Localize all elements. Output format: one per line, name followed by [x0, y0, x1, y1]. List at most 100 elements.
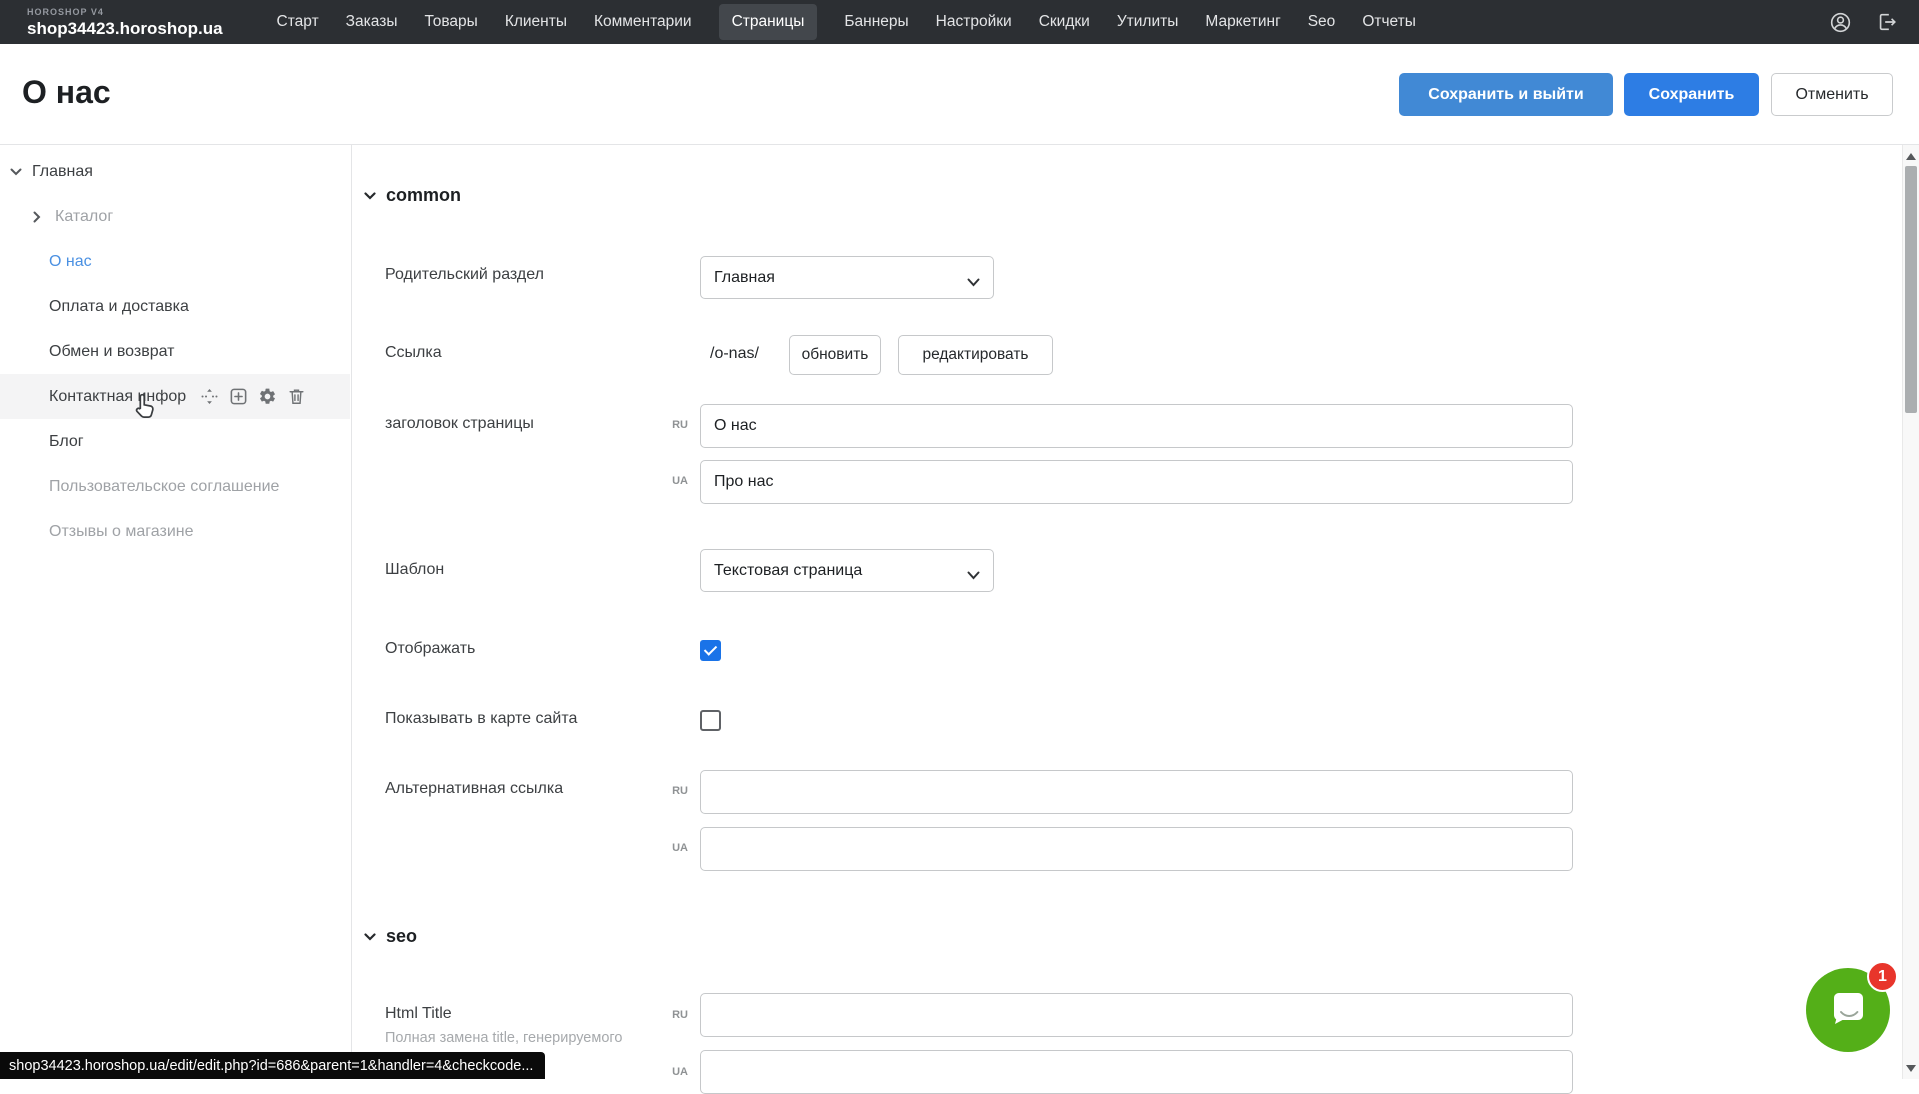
lang-badge-ru: RU: [662, 1009, 688, 1021]
chat-bubble-icon: [1826, 986, 1870, 1035]
sidebar-item[interactable]: Отзывы о магазине: [0, 509, 350, 554]
nav-tab[interactable]: Отчеты: [1362, 13, 1416, 31]
logout-icon[interactable]: [1876, 11, 1898, 33]
sidebar-item[interactable]: Обмен и возврат: [0, 329, 350, 374]
sidebar-item-label: Отзывы о магазине: [49, 523, 194, 541]
html-title-label: Html Title: [385, 1005, 452, 1023]
html-title-ua-input[interactable]: [700, 1050, 1573, 1094]
logo-version-label: HOROSHOP V4: [27, 8, 223, 17]
sitemap-checkbox[interactable]: [700, 710, 721, 731]
nav-right-icons: [1829, 11, 1898, 34]
sidebar-item-label: Обмен и возврат: [49, 343, 174, 361]
nav-tab[interactable]: Клиенты: [505, 13, 567, 31]
trash-icon[interactable]: [287, 387, 306, 406]
lang-badge-ru: RU: [662, 785, 688, 797]
scrollbar-thumb[interactable]: [1905, 166, 1917, 413]
section-seo[interactable]: seo: [364, 926, 417, 947]
nav-menu: Старт Заказы Товары Клиенты Комментарии Стран…: [277, 4, 1416, 40]
chevron-down-icon: [364, 933, 376, 941]
page-title-ru-input[interactable]: [700, 404, 1573, 448]
nav-tab[interactable]: Комментарии: [594, 13, 692, 31]
parent-section-select[interactable]: Главная: [700, 256, 994, 299]
save-and-exit-button[interactable]: Сохранить и выйти: [1399, 73, 1613, 116]
chevron-down-icon: [967, 274, 980, 292]
page-title-label: заголовок страницы: [385, 415, 534, 433]
html-title-hint: Полная замена title, генерируемого: [385, 1030, 622, 1046]
link-label: Ссылка: [385, 344, 442, 362]
sidebar-item[interactable]: О нас: [0, 239, 350, 284]
nav-tab[interactable]: Seo: [1308, 13, 1336, 31]
sidebar-item[interactable]: Контактная инфор: [0, 374, 350, 419]
chevron-down-icon[interactable]: [10, 166, 22, 178]
vertical-scrollbar[interactable]: [1902, 145, 1919, 1079]
section-common[interactable]: common: [364, 185, 461, 206]
lang-badge-ru: RU: [662, 419, 688, 431]
top-navbar: HOROSHOP V4 shop34423.horoshop.ua Старт З…: [0, 0, 1919, 44]
page-header: О нас Сохранить и выйти Сохранить Отмени…: [0, 44, 1919, 145]
alt-link-ru-input[interactable]: [700, 770, 1573, 814]
sidebar-item-label: Блог: [49, 433, 84, 451]
nav-tab[interactable]: Старт: [277, 13, 319, 31]
nav-tab[interactable]: Баннеры: [844, 13, 908, 31]
lang-badge-ua: UA: [662, 842, 688, 854]
parent-section-value: Главная: [714, 269, 775, 287]
chevron-down-icon: [967, 567, 980, 585]
scroll-up-icon[interactable]: [1903, 148, 1919, 164]
account-icon[interactable]: [1829, 11, 1852, 34]
nav-tab[interactable]: Заказы: [346, 13, 398, 31]
cancel-button[interactable]: Отменить: [1771, 73, 1893, 116]
alt-link-label: Альтернативная ссылка: [385, 780, 563, 798]
hand-cursor-icon: [129, 391, 159, 423]
sidebar-item[interactable]: Оплата и доставка: [0, 284, 350, 329]
link-update-button[interactable]: обновить: [789, 335, 881, 375]
scroll-down-icon[interactable]: [1903, 1060, 1919, 1076]
alt-link-ua-input[interactable]: [700, 827, 1573, 871]
nav-tab[interactable]: Настройки: [936, 13, 1012, 31]
app-logo[interactable]: HOROSHOP V4 shop34423.horoshop.ua: [27, 8, 223, 37]
display-checkbox[interactable]: [700, 640, 721, 661]
lang-badge-ua: UA: [662, 475, 688, 487]
sidebar-item-label: О нас: [49, 253, 92, 271]
status-url: shop34423.horoshop.ua/edit/edit.php?id=6…: [9, 1058, 533, 1074]
sidebar-item[interactable]: Главная: [0, 149, 350, 194]
sidebar-item[interactable]: Блог: [0, 419, 350, 464]
template-label: Шаблон: [385, 561, 444, 579]
template-value: Текстовая страница: [714, 562, 862, 580]
sidebar-item-label: Главная: [32, 163, 93, 181]
parent-section-label: Родительский раздел: [385, 266, 544, 284]
chevron-right-icon[interactable]: [33, 211, 45, 223]
sidebar-item[interactable]: Пользовательское соглашение: [0, 464, 350, 509]
save-button[interactable]: Сохранить: [1624, 73, 1759, 116]
sitemap-label: Показывать в карте сайта: [385, 710, 577, 728]
sidebar-item-label: Пользовательское соглашение: [49, 478, 279, 496]
section-common-title: common: [386, 185, 461, 206]
gear-icon[interactable]: [258, 387, 277, 406]
sidebar: Главная Каталог О нас Оплата и доставка Обме…: [0, 145, 352, 1079]
chat-unread-badge[interactable]: 1: [1867, 961, 1898, 992]
move-icon[interactable]: [200, 387, 219, 406]
add-page-icon[interactable]: [229, 387, 248, 406]
nav-tab[interactable]: Утилиты: [1117, 13, 1179, 31]
page-title: О нас: [22, 74, 111, 111]
nav-tab[interactable]: Товары: [424, 13, 477, 31]
sidebar-item-actions: [200, 387, 306, 406]
logo-domain-label: shop34423.horoshop.ua: [27, 20, 223, 37]
link-path-value: /o-nas/: [710, 345, 759, 363]
nav-tab[interactable]: Страницы: [719, 4, 818, 40]
link-edit-button[interactable]: редактировать: [898, 335, 1053, 375]
chevron-down-icon: [364, 192, 376, 200]
nav-tab[interactable]: Скидки: [1039, 13, 1090, 31]
template-select[interactable]: Текстовая страница: [700, 549, 994, 592]
section-seo-title: seo: [386, 926, 417, 947]
html-title-ru-input[interactable]: [700, 993, 1573, 1037]
page-title-ua-input[interactable]: [700, 460, 1573, 504]
pages-tree: Главная Каталог О нас Оплата и доставка Обме…: [0, 149, 350, 554]
nav-tab[interactable]: Маркетинг: [1205, 13, 1280, 31]
sidebar-item[interactable]: Каталог: [0, 194, 350, 239]
display-label: Отображать: [385, 640, 475, 658]
sidebar-item-label: Контактная инфор: [49, 388, 186, 406]
sidebar-item-label: Каталог: [55, 208, 113, 226]
sidebar-item-label: Оплата и доставка: [49, 298, 189, 316]
lang-badge-ua: UA: [662, 1066, 688, 1078]
status-bar-link: shop34423.horoshop.ua/edit/edit.php?id=6…: [0, 1052, 545, 1079]
